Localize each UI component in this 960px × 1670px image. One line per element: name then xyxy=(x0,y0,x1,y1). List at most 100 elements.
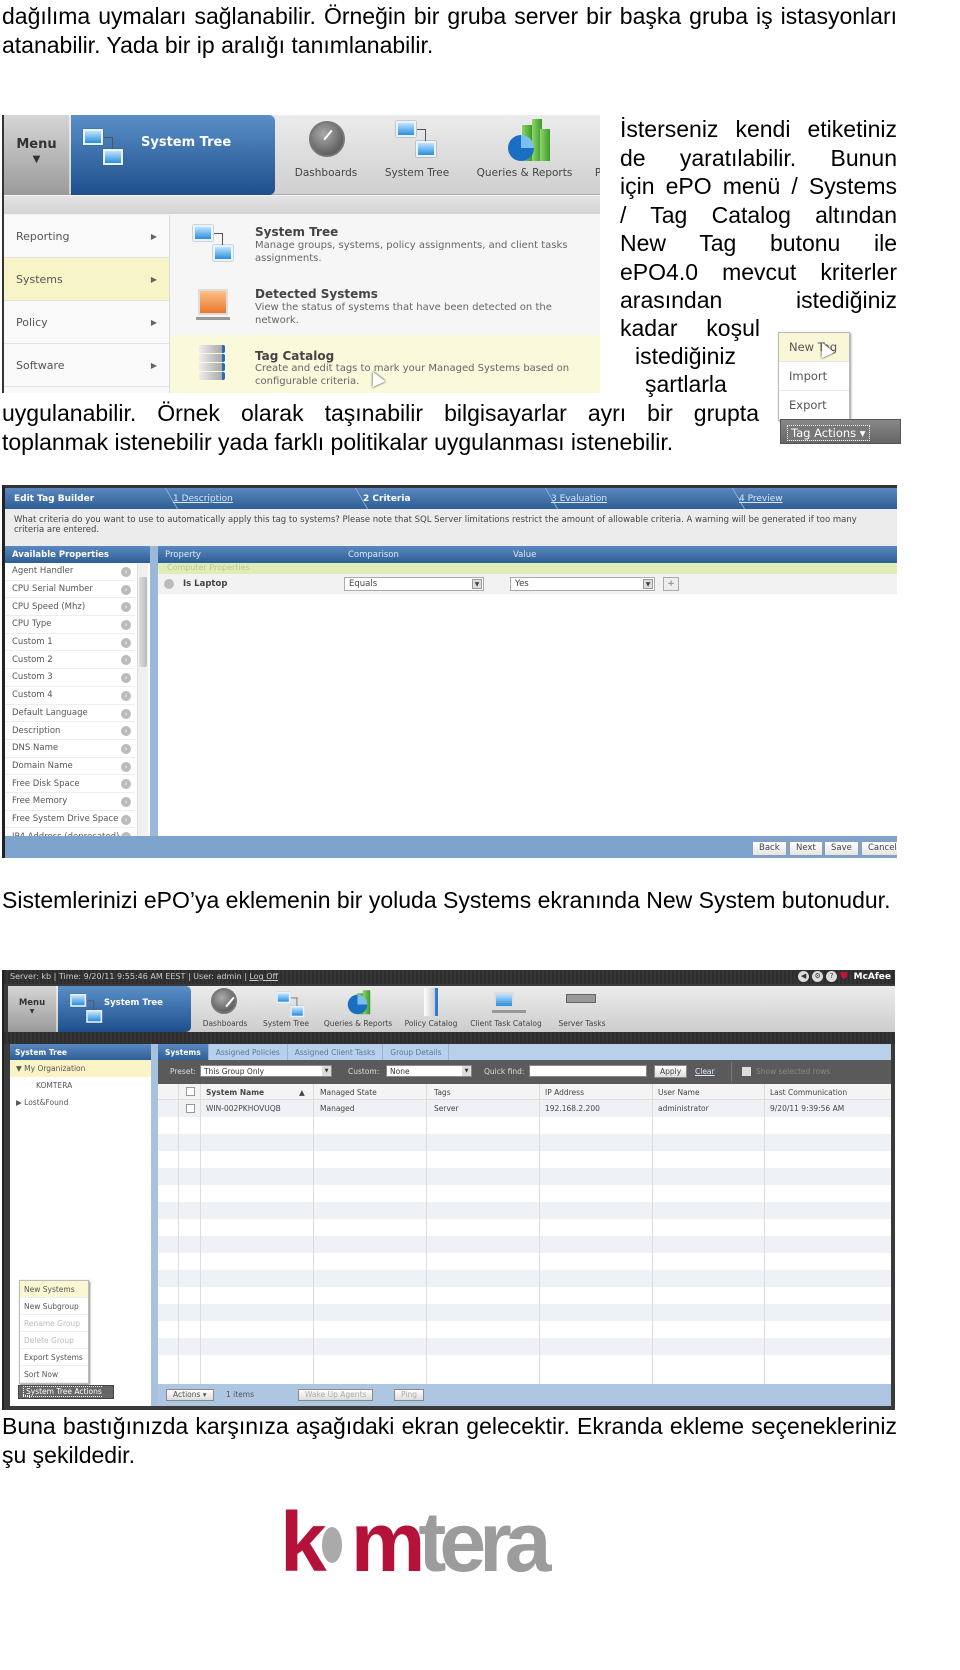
remove-criterion-icon[interactable] xyxy=(164,579,174,589)
menu-item-export[interactable]: Export xyxy=(779,391,849,420)
nav-dashboards[interactable]: Dashboards xyxy=(291,115,361,195)
add-property-icon[interactable]: › xyxy=(121,602,131,613)
tab-systems[interactable]: Systems xyxy=(158,1044,209,1060)
help-icon[interactable]: ? xyxy=(826,971,838,982)
step-criteria[interactable]: 2 Criteria xyxy=(363,494,411,504)
wake-up-agents-button[interactable]: Wake Up Agents xyxy=(298,1389,374,1401)
nav-server-tasks[interactable]: Server Tasks xyxy=(558,986,606,1032)
add-property-icon[interactable]: › xyxy=(121,655,131,666)
column-ip-address[interactable]: IP Address xyxy=(545,1088,584,1097)
sidebar-item-reporting[interactable]: Reporting ▶ xyxy=(4,215,169,258)
property-item[interactable]: Default Language › xyxy=(5,705,135,723)
actions-button[interactable]: Actions ▾ xyxy=(166,1389,214,1401)
quick-find-input[interactable] xyxy=(529,1065,647,1077)
next-button[interactable]: Next xyxy=(789,841,823,856)
add-property-icon[interactable]: › xyxy=(121,690,131,701)
add-property-icon[interactable]: › xyxy=(121,779,131,790)
table-row[interactable]: WIN-002PKHOVUQB Managed Server 192.168.2.20… xyxy=(158,1100,891,1117)
properties-scrollbar[interactable] xyxy=(137,563,148,836)
menu-entry-system-tree[interactable]: System Tree Manage groups, systems, poli… xyxy=(171,225,600,285)
back-icon[interactable]: ◀ xyxy=(798,971,810,982)
nav-client-task-catalog[interactable]: Client Task Catalog xyxy=(470,986,542,1032)
clear-link[interactable]: Clear xyxy=(695,1067,715,1076)
system-tree-actions-button[interactable]: System Tree Actions ▾ xyxy=(18,1385,114,1406)
menu-entry-tag-catalog[interactable]: Tag Catalog Create and edit tags to mark… xyxy=(171,335,600,393)
menu-item-import[interactable]: Import xyxy=(779,362,849,391)
nav-policy-catalog[interactable]: P xyxy=(592,115,600,195)
add-property-icon[interactable]: › xyxy=(121,743,131,754)
add-property-icon[interactable]: › xyxy=(121,584,131,595)
save-button[interactable]: Save xyxy=(824,841,859,856)
tab-assigned-client-tasks[interactable]: Assigned Client Tasks xyxy=(288,1044,384,1060)
step-description[interactable]: 1 Description xyxy=(173,494,233,504)
menu-item-new-tag[interactable]: New Tag xyxy=(779,333,849,362)
column-user-name[interactable]: User Name xyxy=(658,1088,700,1097)
tree-node-komtera[interactable]: KOMTERA xyxy=(10,1077,151,1094)
add-property-icon[interactable]: › xyxy=(121,637,131,648)
sidebar-item-policy[interactable]: Policy ▶ xyxy=(4,301,169,344)
step-evaluation[interactable]: 3 Evaluation xyxy=(551,494,607,504)
add-property-icon[interactable]: › xyxy=(121,708,131,719)
show-selected-checkbox[interactable] xyxy=(742,1067,751,1076)
menu-item-sort-now[interactable]: Sort Now xyxy=(20,1366,88,1383)
nav-system-tree[interactable]: System Tree xyxy=(376,115,458,195)
panel-splitter[interactable] xyxy=(150,546,158,836)
back-button[interactable]: Back xyxy=(752,841,787,856)
apply-button[interactable]: Apply xyxy=(654,1065,688,1078)
add-property-icon[interactable]: › xyxy=(121,620,131,631)
menu-item-new-subgroup[interactable]: New Subgroup xyxy=(20,1298,88,1315)
row-checkbox[interactable] xyxy=(186,1104,195,1113)
tab-assigned-policies[interactable]: Assigned Policies xyxy=(209,1044,288,1060)
sidebar-item-automation[interactable]: Automation▶ xyxy=(4,387,169,393)
preset-select[interactable]: This Group Only ▼ xyxy=(200,1065,332,1077)
menu-item-export-systems[interactable]: Export Systems xyxy=(20,1349,88,1366)
sidebar-item-software[interactable]: Software ▶ xyxy=(4,344,169,387)
property-item[interactable]: CPU Speed (Mhz) › xyxy=(5,598,135,617)
property-item[interactable]: Domain Name › xyxy=(5,758,135,776)
property-item[interactable]: Description › xyxy=(5,722,135,740)
ping-button[interactable]: Ping xyxy=(394,1389,424,1401)
property-item[interactable]: CPU Serial Number › xyxy=(5,581,135,599)
menu-item-new-systems[interactable]: New Systems xyxy=(20,1281,88,1298)
property-item[interactable]: Custom 4 › xyxy=(5,687,135,705)
settings-icon[interactable]: ⚙ xyxy=(812,971,824,982)
column-system-name[interactable]: System Name xyxy=(206,1088,264,1097)
menu-button[interactable]: Menu ▼ xyxy=(4,115,69,195)
select-all-checkbox[interactable] xyxy=(186,1087,195,1096)
property-item[interactable]: Custom 2 › xyxy=(5,651,135,670)
comparison-select[interactable]: Equals ▼ xyxy=(344,577,484,591)
add-criterion-button[interactable]: + xyxy=(663,577,679,591)
tab-group-details[interactable]: Group Details xyxy=(383,1044,450,1060)
add-property-icon[interactable]: › xyxy=(121,567,131,577)
nav-dashboards[interactable]: Dashboards xyxy=(203,986,247,1032)
nav-queries-reports[interactable]: Queries & Reports xyxy=(472,115,577,195)
property-item[interactable]: Free System Drive Space › xyxy=(5,811,135,829)
property-item[interactable]: Agent Handler › xyxy=(5,563,135,581)
custom-select[interactable]: None ▼ xyxy=(386,1065,472,1077)
property-item[interactable]: Custom 1 › xyxy=(5,634,135,652)
menu-button[interactable]: Menu ▼ xyxy=(8,986,56,1032)
add-property-icon[interactable]: › xyxy=(121,673,131,684)
cancel-button[interactable]: Cancel xyxy=(861,841,897,856)
column-tags[interactable]: Tags xyxy=(434,1088,451,1097)
property-item[interactable]: DNS Name › xyxy=(5,740,135,758)
tag-actions-button[interactable]: Tag Actions ▾ xyxy=(780,419,901,444)
property-item[interactable]: Custom 3 › xyxy=(5,669,135,687)
log-off-link[interactable]: Log Off xyxy=(249,972,278,981)
step-preview[interactable]: 4 Preview xyxy=(739,494,783,504)
property-item[interactable]: Free Disk Space › xyxy=(5,775,135,793)
panel-splitter[interactable] xyxy=(151,1044,158,1406)
add-property-icon[interactable]: › xyxy=(121,814,131,825)
current-tab-system-tree[interactable]: System Tree xyxy=(58,986,191,1032)
value-select[interactable]: Yes ▼ xyxy=(510,577,655,591)
menu-item-delete-group[interactable]: Delete Group xyxy=(20,1332,88,1349)
add-property-icon[interactable]: › xyxy=(121,796,131,807)
menu-item-rename-group[interactable]: Rename Group xyxy=(20,1315,88,1332)
sidebar-item-systems[interactable]: Systems ▶ xyxy=(4,258,169,301)
property-item[interactable]: CPU Type › xyxy=(5,616,135,634)
tree-node-lost-found[interactable]: ▶ Lost&Found xyxy=(10,1094,151,1111)
nav-system-tree[interactable]: System Tree xyxy=(263,986,309,1032)
property-item[interactable]: Free Memory › xyxy=(5,793,135,811)
column-managed-state[interactable]: Managed State xyxy=(320,1088,377,1097)
nav-policy-catalog[interactable]: Policy Catalog xyxy=(405,986,457,1032)
